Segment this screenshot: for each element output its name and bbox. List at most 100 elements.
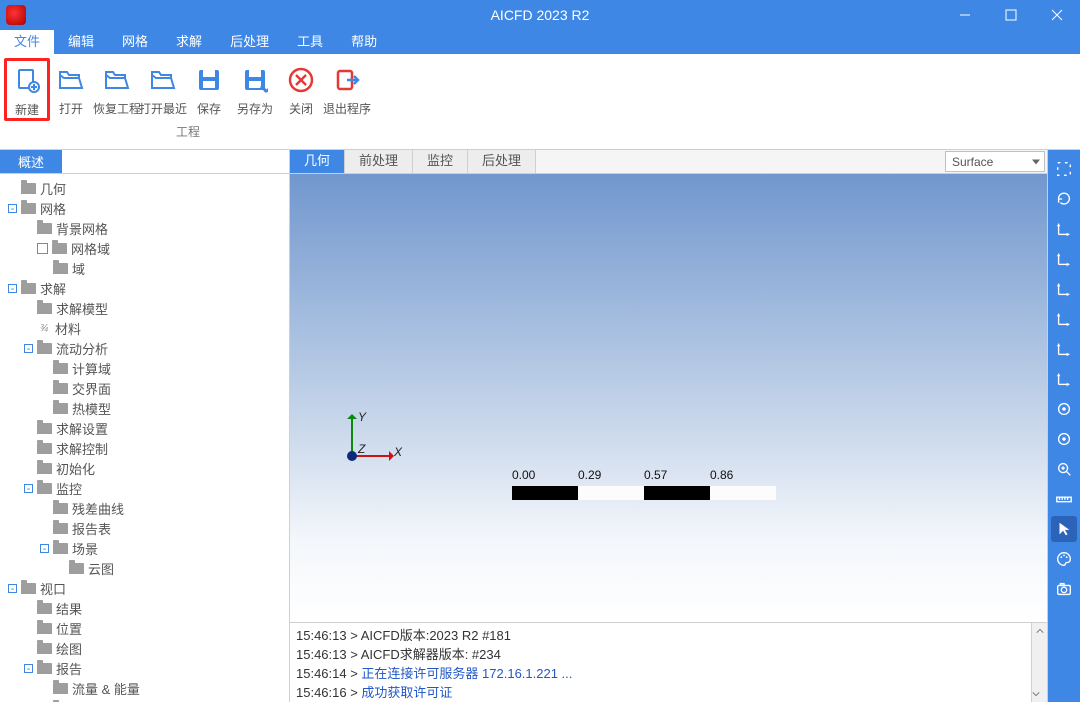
view-a-button[interactable] (1051, 396, 1077, 422)
tree-node-label: 监控 (56, 479, 82, 498)
tree-node[interactable]: -场景 (0, 538, 289, 558)
axis-xy-button[interactable] (1051, 216, 1077, 242)
tree-node[interactable]: - 监控 (0, 478, 289, 498)
tree-node[interactable]: 域 (0, 258, 289, 278)
axis-x-button[interactable] (1051, 306, 1077, 332)
tree-node[interactable]: 结果 (0, 598, 289, 618)
tree-node[interactable]: 交界面 (0, 378, 289, 398)
render-mode-select[interactable]: Surface (945, 151, 1045, 172)
save-icon (193, 64, 225, 96)
folder-icon (37, 343, 52, 354)
scale-segment (512, 486, 578, 500)
tree-node[interactable]: 流量 & 能量 (0, 678, 289, 698)
menu-item-3[interactable]: 求解 (162, 30, 216, 54)
open-button[interactable]: 打开 (48, 60, 94, 119)
tree-toggle-icon[interactable]: - (24, 664, 33, 673)
scroll-up-button[interactable] (1032, 623, 1047, 639)
zoom-area-button[interactable] (1051, 456, 1077, 482)
restore-button[interactable]: 恢复工程 (94, 60, 140, 119)
fit-button[interactable] (1051, 156, 1077, 182)
left-tree-panel: 概述 几何-网格背景网格网格域域 - 求解求解模型¾材料-流动分析计算域交界面热模型… (0, 150, 290, 702)
save-as-button[interactable]: 另存为 (232, 60, 278, 119)
tree-node[interactable]: -网格 (0, 198, 289, 218)
tree-node[interactable]: ¾材料 (0, 318, 289, 338)
save-button[interactable]: 保存 (186, 60, 232, 119)
tree-node[interactable]: 报告表 (0, 518, 289, 538)
menu-item-6[interactable]: 帮助 (337, 30, 391, 54)
tree-node[interactable]: 残差曲线 (0, 498, 289, 518)
log-panel[interactable]: 15:46:13 > AICFD版本:2023 R2 #18115:46:13 … (290, 622, 1047, 702)
exit-button[interactable]: 退出程序 (324, 60, 370, 119)
axis-z-button[interactable] (1051, 366, 1077, 392)
tree-toggle-icon[interactable]: - (8, 584, 17, 593)
tree-node[interactable]: 绘图 (0, 638, 289, 658)
palette-button[interactable] (1051, 546, 1077, 572)
axis-xz-button[interactable] (1051, 246, 1077, 272)
tree-node-label: 流量 & 能量 (72, 679, 140, 698)
axis-z-label: Z (358, 442, 365, 456)
tree-node[interactable]: -流动分析 (0, 338, 289, 358)
tree-node[interactable]: 几何 (0, 178, 289, 198)
menu-item-4[interactable]: 后处理 (216, 30, 283, 54)
tree-node[interactable]: 初始化 (0, 458, 289, 478)
tree-node-label: 背景网格 (56, 219, 108, 238)
project-tree[interactable]: 几何-网格背景网格网格域域 - 求解求解模型¾材料-流动分析计算域交界面热模型求解设… (0, 174, 289, 702)
tree-node[interactable]: 网格域 (0, 238, 289, 258)
tree-tab-bar: 概述 (0, 150, 289, 174)
viewport-3d[interactable]: Y X Z 0.000.290.570.86 (290, 174, 1047, 622)
new-button[interactable]: 新建 (4, 58, 50, 121)
tree-node[interactable]: 热模型 (0, 398, 289, 418)
tree-node[interactable]: 求解模型 (0, 298, 289, 318)
tree-node-label: 网格域 (71, 239, 110, 258)
folder-icon (53, 263, 68, 274)
scroll-down-button[interactable] (1032, 686, 1040, 702)
axis-yz-button[interactable] (1051, 276, 1077, 302)
refresh-button[interactable] (1051, 186, 1077, 212)
folder-icon (37, 303, 52, 314)
close-button[interactable]: 关闭 (278, 60, 324, 119)
menu-item-1[interactable]: 编辑 (54, 30, 108, 54)
tree-toggle-icon[interactable]: - (8, 204, 17, 213)
center-panel: 几何前处理监控后处理 Surface Y X Z 0.000.290.570.86 (290, 150, 1048, 702)
tree-toggle-icon[interactable]: - (8, 284, 17, 293)
tree-toggle-icon[interactable]: - (40, 544, 49, 553)
view-tab-0[interactable]: 几何 (290, 150, 345, 173)
tree-node[interactable]: 背景网格 (0, 218, 289, 238)
maximize-button[interactable] (988, 0, 1034, 30)
checkbox-icon[interactable] (37, 243, 48, 254)
tree-node[interactable]: -报告 (0, 658, 289, 678)
folder-icon (37, 423, 52, 434)
folder-icon (37, 463, 52, 474)
menu-item-5[interactable]: 工具 (283, 30, 337, 54)
view-b-button[interactable] (1051, 426, 1077, 452)
tree-node[interactable]: 求解控制 (0, 438, 289, 458)
tree-node[interactable]: 计算域 (0, 358, 289, 378)
view-tab-1[interactable]: 前处理 (345, 150, 413, 173)
tree-node[interactable]: 求解设置 (0, 418, 289, 438)
tree-toggle-icon[interactable]: - (24, 344, 33, 353)
ruler-button[interactable] (1051, 486, 1077, 512)
tree-node[interactable]: - 求解 (0, 278, 289, 298)
tree-node-label: 求解 (40, 279, 66, 298)
cursor-button[interactable] (1051, 516, 1077, 542)
axis-y-button[interactable] (1051, 336, 1077, 362)
tree-node-label: 交界面 (72, 379, 111, 398)
tree-node[interactable]: 位置 (0, 618, 289, 638)
view-tab-3[interactable]: 后处理 (468, 150, 536, 173)
tree-node[interactable]: 云图 (0, 558, 289, 578)
camera-button[interactable] (1051, 576, 1077, 602)
tree-tab-overview[interactable]: 概述 (0, 150, 62, 173)
tree-node[interactable]: 力 (0, 698, 289, 702)
tree-node-label: 云图 (88, 559, 114, 578)
log-scrollbar[interactable] (1031, 623, 1047, 702)
folder-icon (37, 623, 52, 634)
view-tab-2[interactable]: 监控 (413, 150, 468, 173)
open-recent-button[interactable]: 打开最近 (140, 60, 186, 119)
exit-label: 退出程序 (323, 100, 371, 117)
menu-item-2[interactable]: 网格 (108, 30, 162, 54)
tree-toggle-icon[interactable]: - (24, 484, 33, 493)
tree-node[interactable]: -视口 (0, 578, 289, 598)
menu-item-0[interactable]: 文件 (0, 30, 54, 54)
close-button[interactable] (1034, 0, 1080, 30)
minimize-button[interactable] (942, 0, 988, 30)
